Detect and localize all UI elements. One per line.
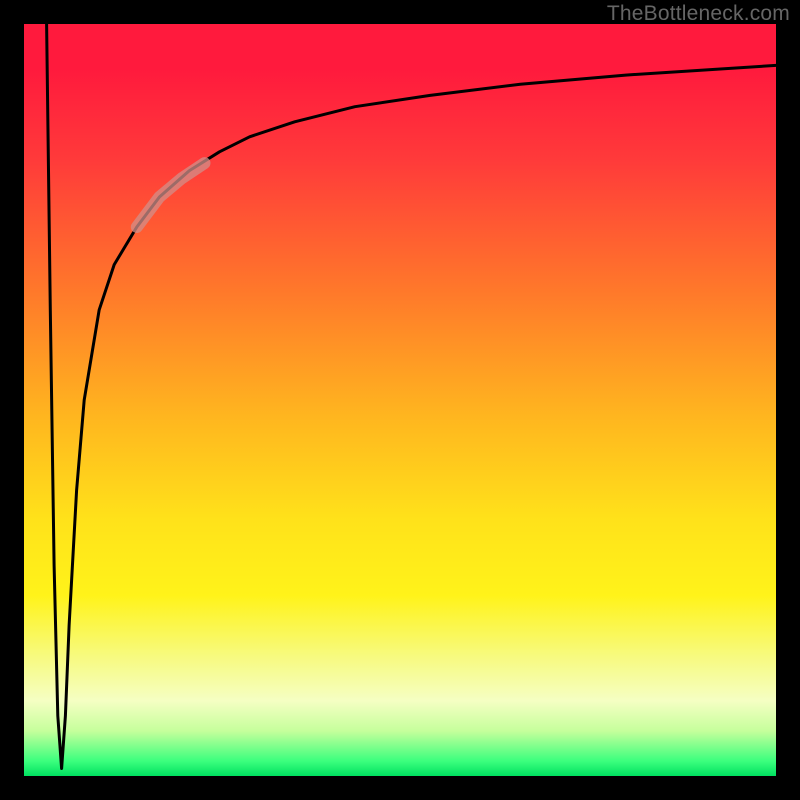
watermark-text: TheBottleneck.com <box>607 2 790 26</box>
bottleneck-curve <box>47 24 776 769</box>
plot-area <box>24 24 776 776</box>
highlight-segment <box>137 163 205 227</box>
chart-frame: TheBottleneck.com <box>0 0 800 800</box>
curve-layer <box>24 24 776 776</box>
